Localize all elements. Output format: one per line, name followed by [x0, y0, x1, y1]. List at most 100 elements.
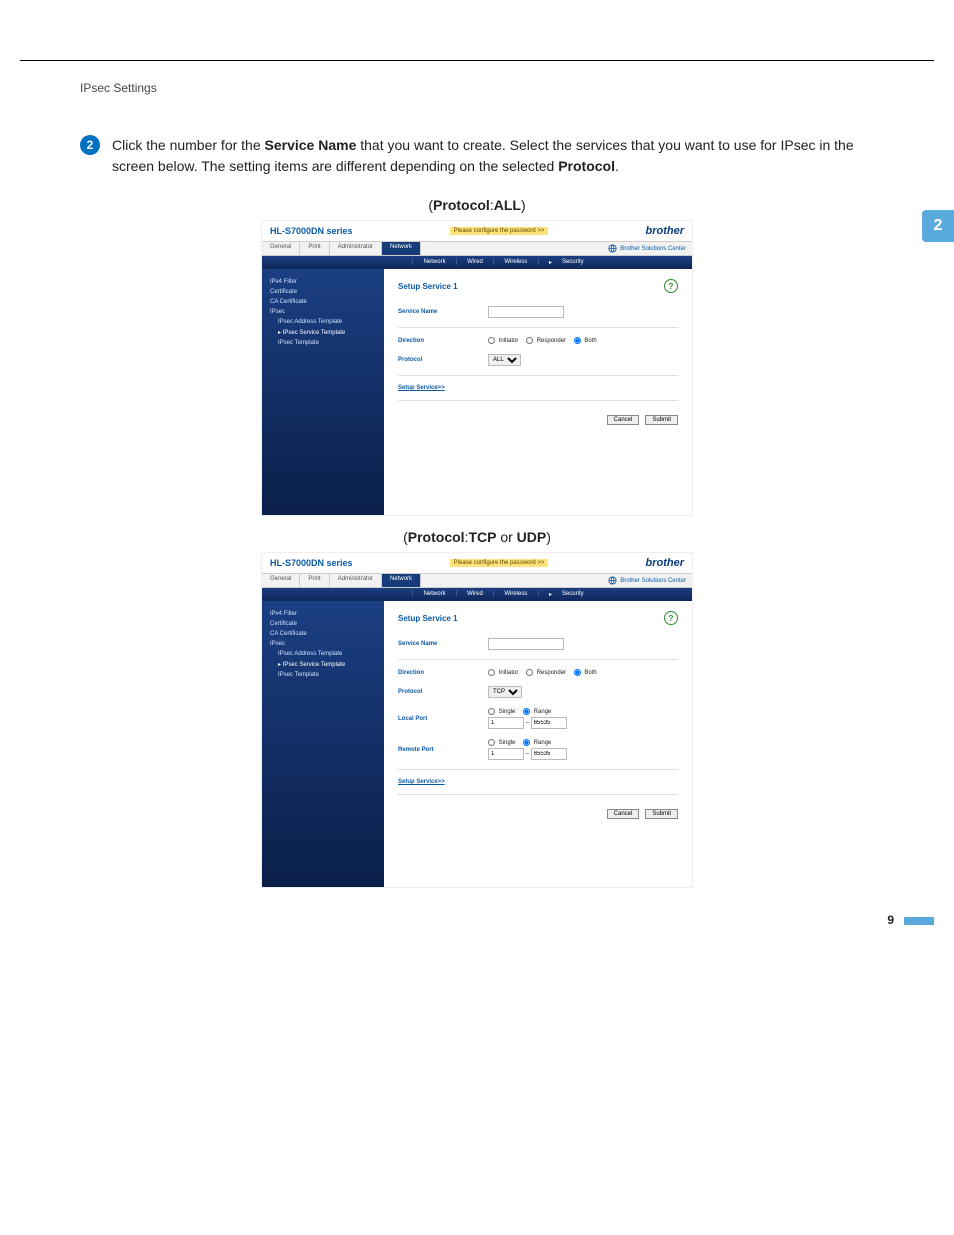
direction-options: Initiator Responder Both [488, 337, 603, 344]
remote-port-from-input[interactable] [488, 748, 524, 760]
help-icon[interactable]: ? [664, 611, 678, 625]
sidebar: IPv4 Filter Certificate CA Certificate I… [262, 601, 384, 887]
service-name-input[interactable] [488, 306, 564, 318]
radio-remote-range[interactable]: Range [523, 740, 551, 746]
radio-label: Range [534, 709, 552, 715]
globe-icon [608, 244, 617, 253]
radio-label: Responder [537, 338, 566, 344]
sidebar-item-ca-certificate[interactable]: CA Certificate [268, 629, 378, 639]
divider [398, 375, 678, 376]
bold-protocol: Protocol [558, 158, 615, 174]
radio-initiator[interactable]: Initiator [488, 338, 518, 344]
sidebar-item-certificate[interactable]: Certificate [268, 619, 378, 629]
caption-protocol-tcp-udp: (Protocol:TCP or UDP) [0, 529, 954, 545]
radio-label: Range [534, 740, 552, 746]
service-name-input[interactable] [488, 638, 564, 650]
sidebar-item-ipsec-address-template[interactable]: IPsec Address Template [268, 317, 378, 327]
radio-responder[interactable]: Responder [526, 338, 566, 344]
bold-service-name: Service Name [265, 137, 357, 153]
tab-network[interactable]: Network [382, 242, 421, 255]
submit-button[interactable]: Submit [645, 415, 678, 425]
cancel-button[interactable]: Cancel [607, 415, 640, 425]
caption-bold: TCP [468, 529, 496, 545]
tab-print[interactable]: Print [300, 242, 329, 255]
sidebar-item-certificate[interactable]: Certificate [268, 287, 378, 297]
radio-initiator[interactable]: Initiator [488, 670, 518, 676]
content-panel: Setup Service 1 ? Service Name Direction… [384, 601, 692, 887]
sidebar-item-ipsec-service-template[interactable]: IPsec Service Template [268, 659, 378, 670]
tab-general[interactable]: General [262, 242, 300, 255]
radio-label: Initiator [499, 670, 519, 676]
subnav-network[interactable]: Network [424, 259, 446, 266]
top-rule [20, 60, 934, 61]
local-port-to-input[interactable] [531, 717, 567, 729]
tab-general[interactable]: General [262, 574, 300, 587]
solutions-center-link[interactable]: Brother Solutions Center [602, 574, 692, 587]
sidebar-item-ipsec-template[interactable]: IPsec Template [268, 670, 378, 680]
setup-service-link[interactable]: Setup Service>> [398, 779, 445, 785]
sidebar-item-ipv4-filter[interactable]: IPv4 Filter [268, 609, 378, 619]
panel-heading: Setup Service 1 [398, 282, 458, 291]
screenshot-protocol-all: HL-S7000DN series Please configure the p… [262, 221, 692, 515]
caption-bold: ALL [494, 197, 521, 213]
solutions-center-label: Brother Solutions Center [620, 246, 686, 252]
sidebar-item-ipsec-template[interactable]: IPsec Template [268, 338, 378, 348]
radio-label: Single [499, 709, 516, 715]
sidebar-item-ipsec[interactable]: IPsec [268, 307, 378, 317]
radio-local-single[interactable]: Single [488, 709, 515, 715]
divider [398, 794, 678, 795]
protocol-select[interactable]: TCP [488, 686, 522, 698]
password-warning[interactable]: Please configure the password >> [450, 559, 549, 567]
subnav-security[interactable]: Security [562, 591, 584, 598]
help-icon[interactable]: ? [664, 279, 678, 293]
subnav-wireless[interactable]: Wireless [504, 259, 527, 266]
instruction-step: 2 Click the number for the Service Name … [80, 135, 874, 177]
tab-administrator[interactable]: Administrator [330, 574, 382, 587]
label-remote-port: Remote Port [398, 747, 488, 753]
subnav-security-marker: ▸ [549, 591, 552, 598]
radio-both[interactable]: Both [574, 670, 597, 676]
radio-both[interactable]: Both [574, 338, 597, 344]
paren: ) [521, 197, 526, 213]
remote-port-control: Single Range – [488, 739, 567, 760]
sidebar-item-ipsec-address-template[interactable]: IPsec Address Template [268, 649, 378, 659]
subnav-wired[interactable]: Wired [467, 259, 483, 266]
subnav-security[interactable]: Security [562, 259, 584, 266]
caption-bold: UDP [517, 529, 547, 545]
radio-label: Responder [537, 670, 566, 676]
sidebar-item-ipsec-service-template[interactable]: IPsec Service Template [268, 327, 378, 338]
password-warning[interactable]: Please configure the password >> [450, 227, 549, 235]
solutions-center-link[interactable]: Brother Solutions Center [602, 242, 692, 255]
sidebar: IPv4 Filter Certificate CA Certificate I… [262, 269, 384, 515]
subnav-network[interactable]: Network [424, 591, 446, 598]
protocol-select[interactable]: ALL [488, 354, 521, 366]
sub-nav: |Network |Wired |Wireless |▸ Security [262, 256, 692, 269]
label-service-name: Service Name [398, 309, 488, 315]
radio-local-range[interactable]: Range [523, 709, 551, 715]
main-tabs: General Print Administrator Network Brot… [262, 241, 692, 256]
sidebar-item-ca-certificate[interactable]: CA Certificate [268, 297, 378, 307]
divider [398, 659, 678, 660]
subnav-wireless[interactable]: Wireless [504, 591, 527, 598]
subnav-wired[interactable]: Wired [467, 591, 483, 598]
tab-administrator[interactable]: Administrator [330, 242, 382, 255]
screenshot-protocol-tcp-udp: HL-S7000DN series Please configure the p… [262, 553, 692, 887]
setup-service-link[interactable]: Setup Service>> [398, 385, 445, 391]
radio-remote-single[interactable]: Single [488, 740, 515, 746]
sidebar-item-ipsec[interactable]: IPsec [268, 639, 378, 649]
subnav-security-marker: ▸ [549, 259, 552, 266]
remote-port-to-input[interactable] [531, 748, 567, 760]
tab-print[interactable]: Print [300, 574, 329, 587]
cancel-button[interactable]: Cancel [607, 809, 640, 819]
paren: ) [546, 529, 551, 545]
caption-text: or [496, 529, 516, 545]
radio-responder[interactable]: Responder [526, 670, 566, 676]
brand-logo: brother [646, 225, 685, 237]
local-port-from-input[interactable] [488, 717, 524, 729]
caption-protocol-all: (Protocol:ALL) [0, 197, 954, 213]
submit-button[interactable]: Submit [645, 809, 678, 819]
sidebar-item-ipv4-filter[interactable]: IPv4 Filter [268, 277, 378, 287]
radio-label: Initiator [499, 338, 519, 344]
radio-label: Both [584, 670, 596, 676]
tab-network[interactable]: Network [382, 574, 421, 587]
